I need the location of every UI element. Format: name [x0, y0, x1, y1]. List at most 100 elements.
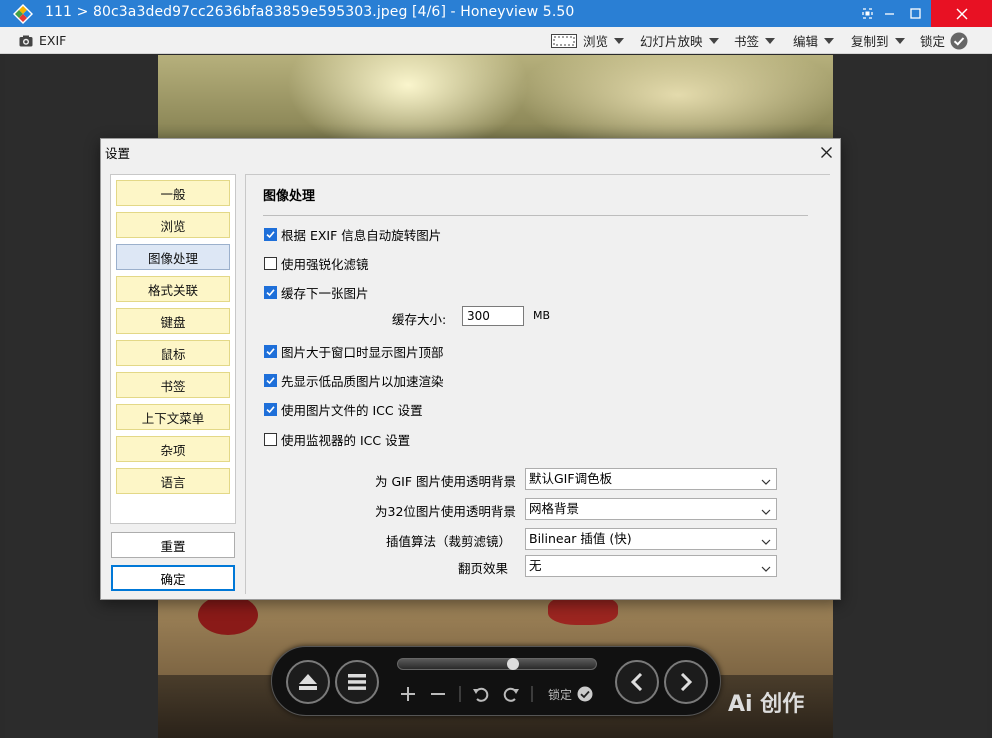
exif-button[interactable]: EXIF: [19, 27, 66, 54]
checkbox-show-top[interactable]: 图片大于窗口时显示图片顶部: [264, 342, 444, 360]
checkbox-box[interactable]: [264, 256, 277, 270]
menu-icon: [348, 674, 366, 690]
select-value: 网格背景: [529, 501, 580, 516]
checkbox-label: 缓存下一张图片: [281, 285, 369, 301]
checkbox-label: 使用强锐化滤镜: [281, 256, 369, 272]
select-value: Bilinear 插值 (快): [529, 531, 632, 546]
eject-button[interactable]: [286, 660, 330, 704]
checkbox-box[interactable]: [264, 432, 277, 446]
bookmark-label: 书签: [734, 34, 760, 49]
checkbox-auto-rotate-exif[interactable]: 根据 EXIF 信息自动旋转图片: [264, 225, 441, 243]
checkbox-strong-sharpen[interactable]: 使用强锐化滤镜: [264, 254, 369, 272]
chevron-down-icon: [894, 37, 905, 44]
checkbox-file-icc[interactable]: 使用图片文件的 ICC 设置: [264, 400, 423, 418]
bookmark-menu[interactable]: 书签: [734, 27, 776, 54]
title-bar: 111 > 80c3a3ded97cc2636bfa83859e595303.j…: [0, 0, 992, 27]
settings-nav: 一般 浏览 图像处理 格式关联 键盘 鼠标 书签 上下文菜单 杂项 语言: [110, 174, 236, 524]
nav-item-keyboard[interactable]: 键盘: [116, 308, 230, 334]
nav-item-general[interactable]: 一般: [116, 180, 230, 206]
cache-size-label: 缓存大小:: [392, 312, 447, 327]
browse-label: 浏览: [583, 34, 609, 49]
slideshow-menu[interactable]: 幻灯片放映: [640, 27, 719, 54]
close-window-button[interactable]: [931, 0, 992, 27]
bit32-transparent-select[interactable]: 网格背景: [525, 498, 777, 520]
settings-dialog: 设置 一般 浏览 图像处理 格式关联 键盘 鼠标 书签 上下文菜单 杂项 语言 …: [100, 138, 841, 600]
checkbox-box[interactable]: [264, 402, 277, 416]
zoom-out-icon[interactable]: [430, 683, 446, 705]
checkbox-box[interactable]: [264, 227, 277, 241]
nav-item-image-processing[interactable]: 图像处理: [116, 244, 230, 270]
select-value: 无: [529, 558, 542, 573]
nav-item-context-menu[interactable]: 上下文菜单: [116, 404, 230, 430]
separator: [459, 683, 461, 705]
nav-item-browse[interactable]: 浏览: [116, 212, 230, 238]
checkbox-label: 根据 EXIF 信息自动旋转图片: [281, 227, 442, 243]
copy-to-menu[interactable]: 复制到: [851, 27, 905, 54]
checkbox-label: 图片大于窗口时显示图片顶部: [281, 344, 444, 360]
playback-controls: 锁定: [271, 646, 721, 716]
rotate-right-icon[interactable]: [502, 683, 520, 705]
checkbox-cache-next[interactable]: 缓存下一张图片: [264, 283, 369, 301]
minimize-button[interactable]: [878, 0, 900, 27]
nav-item-misc[interactable]: 杂项: [116, 436, 230, 462]
fullscreen-icon[interactable]: [856, 0, 878, 27]
chevron-down-icon: [761, 533, 771, 545]
separator: [531, 683, 533, 705]
image-tomato-left: [198, 595, 258, 635]
checkbox-box[interactable]: [264, 285, 277, 299]
nav-item-language[interactable]: 语言: [116, 468, 230, 494]
honeyview-logo-icon: [13, 4, 33, 24]
interpolation-select[interactable]: Bilinear 插值 (快): [525, 528, 777, 550]
checkbox-monitor-icc[interactable]: 使用监视器的 ICC 设置: [264, 430, 410, 448]
position-slider[interactable]: [397, 658, 597, 670]
close-icon[interactable]: [817, 143, 835, 161]
toolbar: EXIF 浏览 幻灯片放映 书签 编辑 复制到 锁定: [0, 27, 992, 54]
checkbox-low-quality-first[interactable]: 先显示低品质图片以加速渲染: [264, 371, 444, 389]
chevron-down-icon: [761, 473, 771, 485]
lock-label: 锁定: [920, 34, 946, 49]
eject-icon: [298, 673, 318, 691]
nav-item-file-association[interactable]: 格式关联: [116, 276, 230, 302]
edit-menu[interactable]: 编辑: [793, 27, 835, 54]
bit32-transparent-label: 为32位图片使用透明背景: [375, 504, 516, 519]
fit-window-icon: [551, 33, 577, 48]
gif-transparent-select[interactable]: 默认GIF调色板: [525, 468, 777, 490]
page-effect-select[interactable]: 无: [525, 555, 777, 577]
gif-transparent-label: 为 GIF 图片使用透明背景: [375, 474, 517, 489]
lock-toggle[interactable]: 锁定: [920, 27, 968, 54]
nav-item-bookmark[interactable]: 书签: [116, 372, 230, 398]
checkbox-box[interactable]: [264, 373, 277, 387]
slider-thumb[interactable]: [507, 658, 519, 670]
chevron-left-icon: [630, 673, 644, 691]
edit-label: 编辑: [793, 34, 819, 49]
ok-button[interactable]: 确定: [111, 565, 235, 591]
select-value: 默认GIF调色板: [529, 471, 613, 486]
camera-icon: [19, 35, 33, 47]
page-effect-label: 翻页效果: [458, 561, 509, 576]
zoom-in-icon[interactable]: [400, 683, 416, 705]
chevron-down-icon: [761, 503, 771, 515]
maximize-button[interactable]: [904, 0, 926, 27]
chevron-down-icon: [614, 37, 625, 44]
next-button[interactable]: [664, 660, 708, 704]
check-circle-icon: [950, 32, 968, 50]
previous-button[interactable]: [615, 660, 659, 704]
divider: [263, 215, 808, 216]
checkbox-label: 使用监视器的 ICC 设置: [281, 432, 411, 448]
interpolation-label: 插值算法（裁剪滤镜）: [386, 534, 512, 549]
ai-watermark: Ai 创作: [728, 692, 805, 717]
cache-size-input[interactable]: 300: [462, 306, 524, 326]
rotate-left-icon[interactable]: [472, 683, 490, 705]
nav-item-mouse[interactable]: 鼠标: [116, 340, 230, 366]
checkbox-box[interactable]: [264, 344, 277, 358]
lock-label: 锁定: [548, 687, 573, 702]
check-circle-icon: [577, 686, 593, 702]
exif-label: EXIF: [39, 33, 67, 48]
chevron-down-icon: [765, 37, 776, 44]
panel-title: 图像处理: [263, 189, 316, 204]
lock-toggle-bottom[interactable]: 锁定: [548, 683, 593, 705]
menu-button[interactable]: [335, 660, 379, 704]
slideshow-label: 幻灯片放映: [640, 34, 703, 49]
reset-button[interactable]: 重置: [111, 532, 235, 558]
browse-menu[interactable]: 浏览: [551, 27, 625, 54]
